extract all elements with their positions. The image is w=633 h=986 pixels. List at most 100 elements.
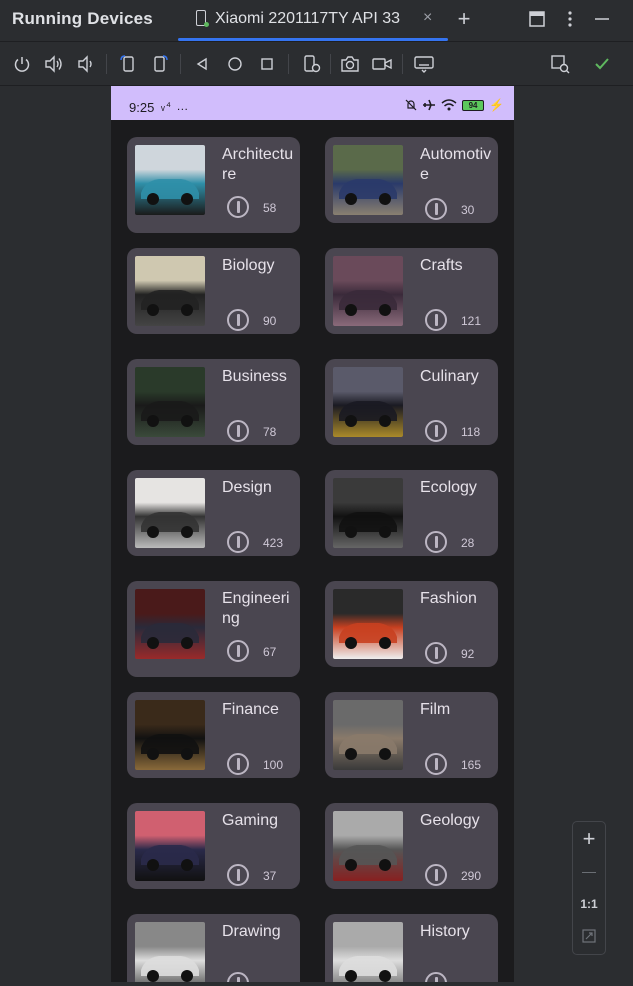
- overview-icon[interactable]: [255, 52, 279, 76]
- category-count: 30: [461, 203, 475, 217]
- info-icon: [227, 864, 249, 886]
- category-thumbnail: [333, 256, 403, 326]
- category-thumbnail: [333, 367, 403, 437]
- category-thumbnail: [135, 922, 205, 986]
- airplane-icon: [423, 99, 436, 111]
- check-icon[interactable]: [590, 52, 614, 76]
- category-card[interactable]: Culinary 118: [325, 359, 498, 445]
- category-thumbnail: [135, 478, 205, 548]
- category-card[interactable]: Film 165: [325, 692, 498, 778]
- rotate-right-icon[interactable]: [148, 52, 172, 76]
- volume-down-icon[interactable]: [74, 52, 98, 76]
- category-card[interactable]: Engineering 67: [127, 581, 300, 677]
- category-card[interactable]: Automotive 30: [325, 137, 498, 223]
- minimize-icon[interactable]: [589, 6, 615, 32]
- zoom-in-button[interactable]: +: [573, 824, 605, 854]
- phone-screen: 9:25 ᵥ⁴ … 94 ⚡ Architecture 58 Automotive 3…: [111, 86, 514, 986]
- category-card[interactable]: Drawing: [127, 914, 300, 986]
- category-card[interactable]: Biology 90: [127, 248, 300, 334]
- status-icons: 94 ⚡: [405, 98, 504, 112]
- category-count: 92: [461, 647, 475, 661]
- category-thumbnail: [135, 145, 205, 215]
- toolbar-separator: [288, 54, 289, 74]
- category-label: Drawing: [222, 923, 281, 940]
- category-thumbnail: [333, 700, 403, 770]
- category-label: Gaming: [222, 812, 279, 829]
- category-thumbnail: [135, 589, 205, 659]
- back-icon[interactable]: [190, 52, 214, 76]
- info-icon: [227, 309, 249, 331]
- wifi-icon: [441, 99, 457, 111]
- category-count: 90: [263, 314, 277, 328]
- active-tab-indicator: [178, 38, 448, 41]
- info-icon: [227, 640, 249, 662]
- category-label: Architecture: [222, 146, 294, 183]
- panel-title: Running Devices: [12, 9, 153, 28]
- device-settings-icon[interactable]: [300, 52, 324, 76]
- info-icon: [425, 198, 447, 220]
- category-count: 28: [461, 536, 475, 550]
- category-label: Design: [222, 479, 272, 496]
- device-tab[interactable]: Xiaomi 2201117TY API 33 ×: [178, 0, 448, 41]
- category-label: History: [420, 923, 470, 940]
- category-label: Finance: [222, 701, 279, 718]
- category-count: 423: [263, 536, 284, 550]
- category-label: Biology: [222, 257, 275, 274]
- info-icon: [425, 753, 447, 775]
- info-icon: [227, 420, 249, 442]
- category-card[interactable]: Finance 100: [127, 692, 300, 778]
- category-card[interactable]: History: [325, 914, 498, 986]
- home-icon[interactable]: [223, 52, 247, 76]
- info-icon: [425, 309, 447, 331]
- device-running-indicator: [204, 22, 209, 27]
- close-tab-icon[interactable]: ×: [423, 9, 432, 27]
- category-thumbnail: [135, 367, 205, 437]
- zoom-out-button[interactable]: —: [573, 856, 605, 886]
- category-count: 121: [461, 314, 482, 328]
- category-count: 58: [263, 201, 277, 215]
- category-count: 118: [461, 425, 481, 439]
- window-icon[interactable]: [524, 6, 550, 32]
- screenshot-icon[interactable]: [338, 52, 362, 76]
- category-label: Automotive: [420, 146, 492, 183]
- category-count: 100: [263, 758, 284, 772]
- category-label: Film: [420, 701, 451, 718]
- status-time: 9:25: [129, 100, 155, 115]
- device-frame-icon[interactable]: [548, 52, 572, 76]
- category-label: Fashion: [420, 590, 477, 607]
- more-vert-icon[interactable]: [557, 6, 583, 32]
- category-count: 78: [263, 425, 277, 439]
- category-thumbnail: [333, 589, 403, 659]
- device-toolbar: [0, 42, 633, 86]
- power-icon[interactable]: [10, 52, 34, 76]
- info-icon: [227, 196, 249, 218]
- volume-up-icon[interactable]: [42, 52, 66, 76]
- category-label: Geology: [420, 812, 480, 829]
- category-card[interactable]: Design 423: [127, 470, 300, 556]
- ide-header: Running Devices Xiaomi 2201117TY API 33 …: [0, 0, 633, 42]
- actual-size-button[interactable]: 1:1: [573, 889, 605, 919]
- keyboard-icon[interactable]: [412, 52, 436, 76]
- status-notification-icons: ᵥ⁴ …: [161, 99, 190, 113]
- category-card[interactable]: Business 78: [127, 359, 300, 445]
- category-card[interactable]: Architecture 58: [127, 137, 300, 233]
- info-icon: [425, 864, 447, 886]
- category-card[interactable]: Crafts 121: [325, 248, 498, 334]
- category-label: Crafts: [420, 257, 463, 274]
- category-thumbnail: [333, 811, 403, 881]
- toolbar-separator: [106, 54, 107, 74]
- category-thumbnail: [333, 145, 403, 215]
- category-count: 37: [263, 869, 277, 883]
- category-card[interactable]: Gaming 37: [127, 803, 300, 889]
- category-label: Ecology: [420, 479, 477, 496]
- category-count: 290: [461, 869, 482, 883]
- rotate-left-icon[interactable]: [116, 52, 140, 76]
- category-card[interactable]: Ecology 28: [325, 470, 498, 556]
- add-tab-icon[interactable]: +: [451, 6, 477, 32]
- zoom-controls: + — 1:1: [572, 821, 606, 955]
- zoom-to-fit-icon[interactable]: [573, 921, 605, 951]
- category-card[interactable]: Fashion 92: [325, 581, 498, 667]
- category-thumbnail: [333, 478, 403, 548]
- screen-record-icon[interactable]: [370, 52, 394, 76]
- category-card[interactable]: Geology 290: [325, 803, 498, 889]
